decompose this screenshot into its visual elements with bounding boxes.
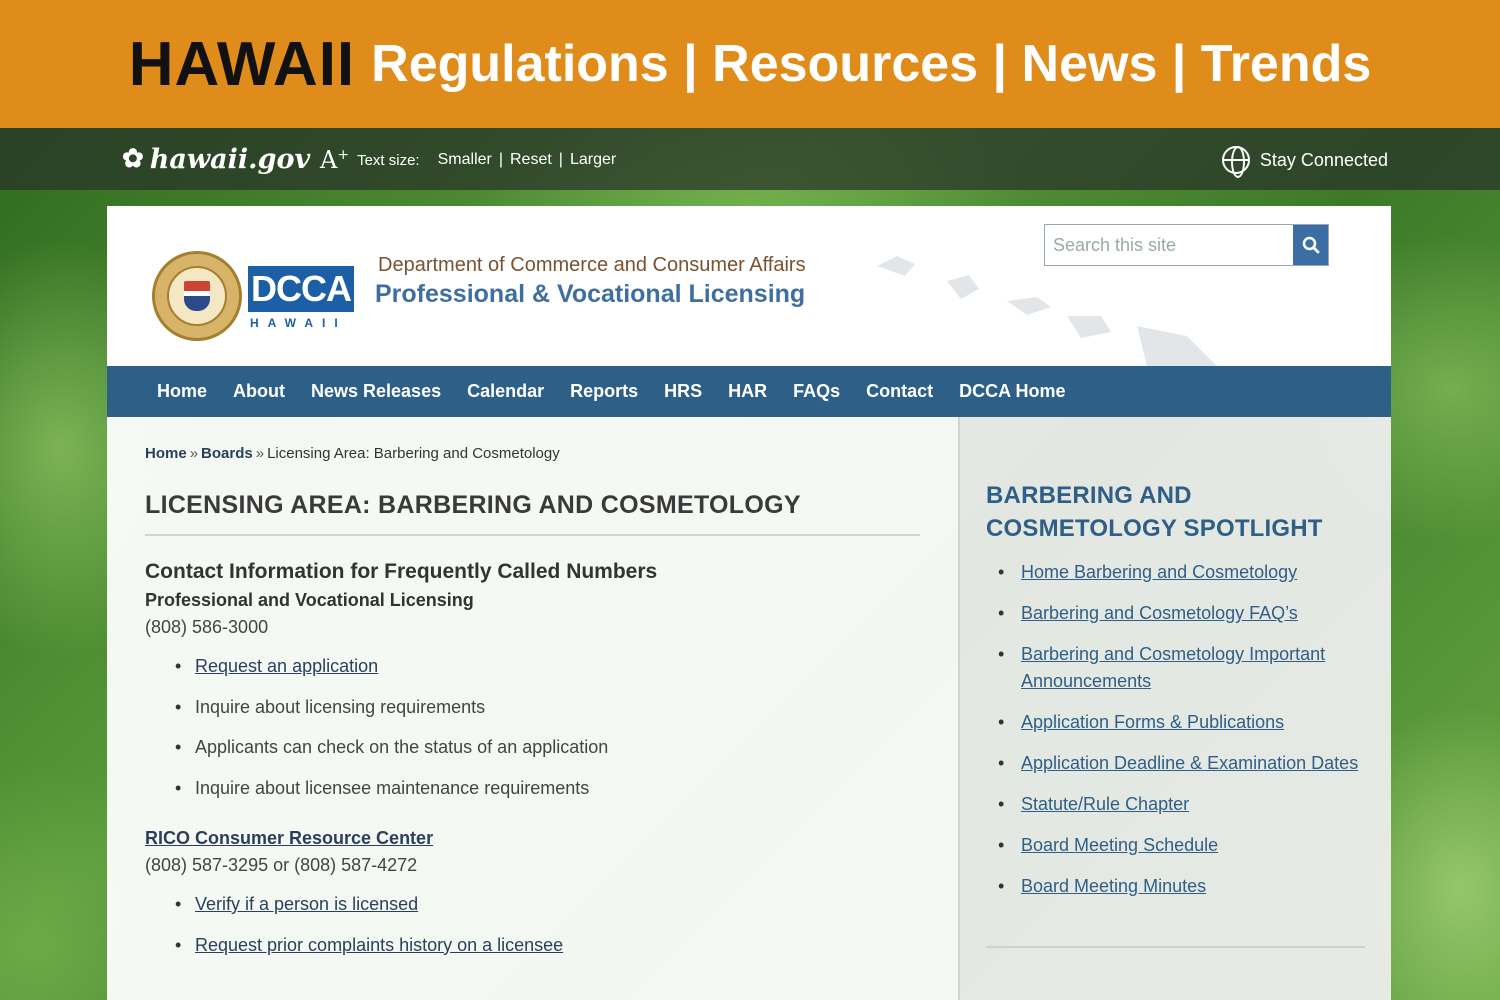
verify-license-link[interactable]: Verify if a person is licensed (195, 894, 418, 914)
text-size-icon: A+ (320, 146, 350, 174)
list-item: Board Meeting Schedule (998, 832, 1365, 859)
spotlight-link-minutes[interactable]: Board Meeting Minutes (1021, 876, 1206, 896)
list-item: Home Barbering and Cosmetology (998, 559, 1365, 586)
breadcrumb-current: Licensing Area: Barbering and Cosmetolog… (267, 445, 560, 462)
request-application-link[interactable]: Request an application (195, 656, 378, 676)
nav-about[interactable]: About (233, 381, 285, 402)
hawaii-gov-bar: ✿ hawaii.gov A+ Text size: Smaller | Res… (0, 128, 1500, 190)
page-title: LICENSING AREA: BARBERING AND COSMETOLOG… (145, 491, 920, 536)
pvl-services-list: Request an application Inquire about lic… (175, 656, 920, 818)
rico-phone: (808) 587-3295 or (808) 587-4272 (145, 855, 418, 875)
list-item: Board Meeting Minutes (998, 873, 1365, 900)
seal-shield (184, 281, 210, 311)
globe-icon (1221, 146, 1250, 178)
nav-contact[interactable]: Contact (866, 381, 933, 402)
sidebar-heading: BARBERING AND COSMETOLOGY SPOTLIGHT (986, 482, 1323, 542)
list-item: Barbering and Cosmetology Important Anno… (998, 641, 1365, 695)
list-item: Inquire about licensee maintenance requi… (175, 778, 920, 819)
hawaii-gov-logo[interactable]: ✿ hawaii.gov (122, 142, 310, 176)
spotlight-link-statute[interactable]: Statute/Rule Chapter (1021, 794, 1189, 814)
division-name[interactable]: Professional & Vocational Licensing (375, 280, 805, 309)
pvl-heading: Professional and Vocational Licensing (145, 590, 474, 610)
spotlight-link-announcements[interactable]: Barbering and Cosmetology Important Anno… (1021, 644, 1325, 691)
top-banner: HAWAII Regulations | Resources | News | … (0, 0, 1500, 128)
stay-connected-label: Stay Connected (1259, 149, 1388, 170)
separator: | (558, 151, 563, 168)
breadcrumb-boards[interactable]: Boards (201, 445, 253, 462)
breadcrumb: Home» Boards» Licensing Area: Barbering an… (145, 445, 920, 469)
search-icon (1302, 236, 1319, 254)
nav-dcca-home[interactable]: DCCA Home (959, 381, 1065, 402)
list-item: Barbering and Cosmetology FAQ’s (998, 600, 1365, 627)
rico-services-list: Verify if a person is licensed Request p… (175, 894, 920, 975)
list-item: Applicants can check on the status of an… (175, 737, 920, 778)
hawaii-gov-logo-text: hawaii.gov (149, 143, 311, 175)
hibiscus-icon: ✿ (122, 144, 144, 174)
sidebar-divider (986, 946, 1365, 948)
contact-heading: Contact Information for Frequently Calle… (145, 560, 658, 583)
spotlight-list: Home Barbering and Cosmetology Barbering… (998, 559, 1365, 900)
breadcrumb-sep: » (189, 445, 199, 462)
site-search (1044, 224, 1329, 266)
nav-calendar[interactable]: Calendar (467, 381, 544, 402)
list-item: Application Forms & Publications (998, 709, 1365, 736)
separator: | (498, 151, 503, 168)
list-item: Request an application (175, 656, 920, 697)
state-seal-logo[interactable] (152, 251, 242, 341)
list-item: Verify if a person is licensed (175, 894, 920, 935)
dcca-logo-text: DCCA (248, 266, 354, 312)
banner-topics: Regulations | Resources | News | Trends (371, 35, 1372, 93)
complaints-history-link[interactable]: Request prior complaints history on a li… (195, 935, 563, 955)
list-item: Statute/Rule Chapter (998, 791, 1365, 818)
nav-faqs[interactable]: FAQs (793, 381, 840, 402)
nav-har[interactable]: HAR (728, 381, 767, 402)
spotlight-sidebar: BARBERING AND COSMETOLOGY SPOTLIGHT Home… (958, 417, 1391, 1000)
search-input[interactable] (1045, 225, 1293, 265)
list-item: Application Deadline & Examination Dates (998, 750, 1365, 777)
nav-home[interactable]: Home (157, 381, 207, 402)
dcca-logo-sub: HAWAII (250, 316, 347, 330)
spotlight-link-deadlines[interactable]: Application Deadline & Examination Dates (1021, 753, 1358, 773)
site-header: DCCA HAWAII Department of Commerce and C… (107, 206, 1391, 366)
breadcrumb-sep: » (255, 445, 265, 462)
list-item: Request prior complaints history on a li… (175, 935, 920, 976)
stay-connected-link[interactable]: Stay Connected (1221, 145, 1388, 178)
banner-state: HAWAII (128, 29, 356, 99)
spotlight-link-schedule[interactable]: Board Meeting Schedule (1021, 835, 1218, 855)
main-content: Home» Boards» Licensing Area: Barbering an… (107, 417, 958, 1000)
breadcrumb-home[interactable]: Home (145, 445, 187, 462)
nav-reports[interactable]: Reports (570, 381, 638, 402)
rico-link[interactable]: RICO Consumer Resource Center (145, 828, 433, 849)
list-item: Inquire about licensing requirements (175, 697, 920, 738)
main-nav: Home About News Releases Calendar Report… (107, 366, 1391, 417)
spotlight-link-faqs[interactable]: Barbering and Cosmetology FAQ’s (1021, 603, 1298, 623)
nav-news-releases[interactable]: News Releases (311, 381, 441, 402)
text-size-controls: A+ Text size: Smaller | Reset | Larger (320, 146, 616, 174)
dcca-logo[interactable]: DCCA HAWAII (248, 266, 354, 330)
spotlight-link-home[interactable]: Home Barbering and Cosmetology (1021, 562, 1297, 582)
text-smaller-link[interactable]: Smaller (438, 151, 492, 169)
spotlight-link-forms[interactable]: Application Forms & Publications (1021, 712, 1284, 732)
text-size-label: Text size: (357, 151, 420, 169)
text-larger-link[interactable]: Larger (570, 151, 616, 169)
department-name: Department of Commerce and Consumer Affa… (378, 254, 806, 276)
text-reset-link[interactable]: Reset (510, 151, 552, 169)
search-button[interactable] (1293, 225, 1328, 265)
seal-inner (167, 266, 227, 326)
nav-hrs[interactable]: HRS (664, 381, 702, 402)
pvl-phone: (808) 586-3000 (145, 617, 269, 637)
